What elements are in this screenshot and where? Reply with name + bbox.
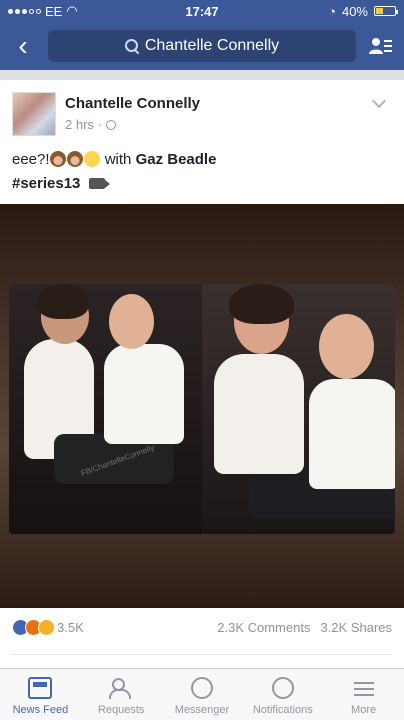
- post-header: Chantelle Connelly 2 hrs ·: [12, 92, 392, 138]
- status-right: ◔ 40%: [256, 3, 398, 19]
- back-button[interactable]: ‹: [8, 26, 38, 66]
- person-shape: [214, 354, 304, 474]
- status-left: EE ◠: [8, 3, 148, 19]
- meta-separator: ·: [97, 117, 103, 132]
- see-no-evil-monkey-icon: [49, 151, 66, 167]
- tagged-person[interactable]: Gaz Beadle: [136, 151, 217, 168]
- post-text-prefix: eee?!: [12, 151, 50, 168]
- divider: [12, 654, 392, 655]
- comments-count[interactable]: 2.3K Comments: [217, 620, 310, 635]
- post-options-button[interactable]: [370, 94, 388, 112]
- clock: 17:47: [185, 3, 219, 19]
- search-text: Chantelle Connelly: [144, 37, 280, 54]
- battery-percent: 40%: [341, 3, 368, 19]
- person-shape: [309, 379, 395, 489]
- tab-requests[interactable]: Requests: [81, 669, 162, 720]
- post-meta: 2 hrs ·: [65, 117, 117, 132]
- notifications-icon: [271, 677, 294, 699]
- search-field[interactable]: Chantelle Connelly: [48, 30, 356, 62]
- see-no-evil-monkey-icon: [66, 151, 83, 167]
- navigation-bar: ‹ Chantelle Connelly: [0, 22, 404, 70]
- video-frame: FB/ChantelleConnelly: [9, 284, 395, 534]
- friends-list-icon: [369, 38, 392, 54]
- post-card: Chantelle Connelly 2 hrs · eee?! with Ga…: [0, 80, 404, 668]
- tab-label: Messenger: [174, 704, 230, 716]
- person-shape: [37, 284, 89, 319]
- requests-icon: [109, 677, 133, 699]
- author-name[interactable]: Chantelle Connelly: [65, 95, 200, 112]
- tab-news-feed[interactable]: News Feed: [0, 669, 81, 720]
- news-feed-icon: [28, 677, 53, 699]
- person-shape: [229, 284, 294, 324]
- tab-more[interactable]: More: [323, 669, 404, 720]
- wow-reaction-icon: [38, 618, 55, 636]
- tab-notifications[interactable]: Notifications: [242, 669, 323, 720]
- carrier-label: EE: [45, 3, 63, 19]
- tab-label: News Feed: [12, 704, 69, 716]
- hashtag-link[interactable]: #series13: [12, 175, 80, 192]
- with-label: with: [104, 151, 132, 168]
- flushed-face-icon: [83, 151, 100, 167]
- tab-label: Requests: [97, 704, 145, 716]
- person-shape: [109, 294, 154, 349]
- search-icon: [124, 39, 139, 53]
- globe-icon: [106, 119, 117, 130]
- friends-list-button[interactable]: [366, 26, 396, 66]
- post-text-line-1: eee?! with Gaz Beadle: [12, 148, 392, 172]
- more-icon: [352, 677, 376, 699]
- signal-strength-icon: [8, 8, 41, 14]
- status-bar: EE ◠ 17:47 ◔ 40%: [0, 0, 404, 22]
- tab-label: More: [351, 704, 377, 716]
- tab-messenger[interactable]: Messenger: [162, 669, 243, 720]
- wifi-icon: ◠: [66, 3, 78, 18]
- chevron-left-icon: ‹: [18, 30, 28, 61]
- shares-count[interactable]: 3.2K Shares: [320, 620, 392, 635]
- author-avatar[interactable]: [12, 92, 56, 136]
- post-text: eee?! with Gaz Beadle #series13: [12, 148, 392, 196]
- person-shape: [104, 344, 184, 444]
- messenger-icon: [190, 677, 213, 699]
- facebook-app: EE ◠ 17:47 ◔ 40% ‹ Chantelle Connelly Ch…: [0, 0, 404, 720]
- engagement-row: 3.5K 2.3K Comments 3.2K Shares: [12, 616, 392, 638]
- tab-label: Notifications: [252, 704, 313, 716]
- post-time[interactable]: 2 hrs: [65, 117, 94, 132]
- reactions-count[interactable]: 3.5K: [57, 620, 84, 635]
- reaction-icons[interactable]: [12, 618, 55, 636]
- battery-icon: [374, 6, 398, 16]
- post-text-line-2: #series13: [12, 172, 392, 196]
- person-shape: [319, 314, 374, 379]
- movie-camera-icon: [88, 178, 110, 189]
- alarm-icon: ◔: [328, 3, 336, 19]
- video-player[interactable]: FB/ChantelleConnelly: [0, 204, 404, 608]
- tab-bar: News Feed Requests Messenger Notificatio…: [0, 668, 404, 720]
